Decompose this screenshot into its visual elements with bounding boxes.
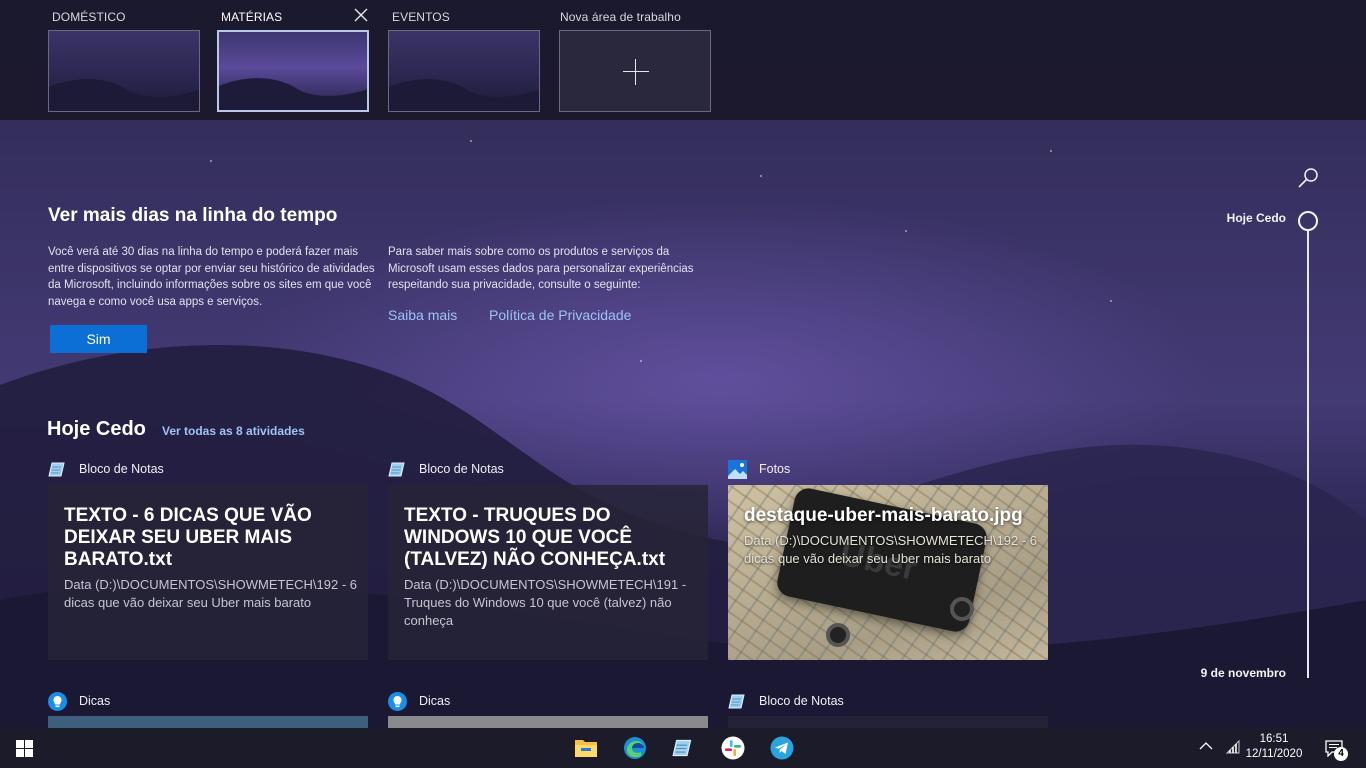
timeline-top-label: Hoje Cedo <box>1226 211 1286 225</box>
activity-app-label: Fotos <box>728 459 1048 479</box>
virtual-desktop-label: MATÉRIAS <box>221 10 283 24</box>
app-name: Dicas <box>79 694 111 708</box>
app-name: Bloco de Notas <box>419 462 504 476</box>
tips-icon <box>388 692 407 711</box>
windows-start-icon[interactable] <box>16 740 33 757</box>
timeline-date-label: 9 de novembro <box>1200 666 1286 680</box>
activity-app-label: Bloco de Notas <box>728 691 1048 711</box>
activity-subtitle: Data (D:)\DOCUMENTOS\SHOWMETECH\192 - 6 … <box>64 577 358 610</box>
notepad-icon <box>48 462 65 477</box>
virtual-desktop-thumbnail[interactable] <box>388 30 540 112</box>
wheel-image <box>950 597 974 621</box>
new-desktop-label: Nova área de trabalho <box>560 10 681 24</box>
promo-title: Ver mais dias na linha do tempo <box>48 205 338 226</box>
virtual-desktop-thumbnail[interactable] <box>48 30 200 112</box>
yes-button[interactable]: Sim <box>50 325 147 353</box>
notepad-icon <box>388 462 405 477</box>
virtual-desktop-domestico[interactable]: DOMÉSTICO <box>48 0 204 118</box>
file-explorer-icon[interactable] <box>575 737 597 757</box>
timeline-scrubber-handle[interactable] <box>1298 211 1318 231</box>
activity-card[interactable] <box>728 716 1048 728</box>
learn-more-link[interactable]: Saiba mais <box>388 307 457 323</box>
tips-icon <box>48 692 67 711</box>
clock-date: 12/11/2020 <box>1245 748 1303 760</box>
notepad-icon <box>728 694 745 709</box>
edge-icon[interactable] <box>623 736 647 760</box>
clock-time: 16:51 <box>1259 733 1289 745</box>
activity-title: TEXTO - 6 DICAS QUE VÃO DEIXAR SEU UBER … <box>64 505 312 570</box>
activity-card[interactable] <box>48 716 368 728</box>
new-desktop[interactable]: Nova área de trabalho <box>559 0 715 118</box>
activity-title: destaque-uber-mais-barato.jpg <box>744 505 1023 526</box>
new-desktop-button[interactable] <box>559 30 711 112</box>
virtual-desktop-label: EVENTOS <box>392 10 450 24</box>
app-name: Bloco de Notas <box>79 462 164 476</box>
privacy-policy-link[interactable]: Política de Privacidade <box>489 307 631 323</box>
chevron-up-icon[interactable] <box>1199 741 1213 751</box>
taskbar: 16:51 12/11/2020 4 <box>0 728 1366 768</box>
promo-privacy-text: Para saber mais sobre como os produtos e… <box>388 246 694 291</box>
activity-subtitle: Data (D:)\DOCUMENTOS\SHOWMETECH\191 - Tr… <box>404 577 687 628</box>
activity-app-label: Dicas <box>48 691 368 711</box>
search-icon[interactable] <box>1297 167 1319 189</box>
virtual-desktop-materias[interactable]: MATÉRIAS <box>217 0 373 118</box>
app-name: Fotos <box>759 462 791 476</box>
activity-card[interactable] <box>388 716 708 728</box>
see-all-activities-link[interactable]: Ver todas as 8 atividades <box>162 424 305 438</box>
telegram-icon[interactable] <box>770 736 794 760</box>
photos-icon <box>728 460 747 479</box>
activity-subtitle: Data (D:)\DOCUMENTOS\SHOWMETECH\192 - 6 … <box>744 533 1038 566</box>
app-name: Bloco de Notas <box>759 694 844 708</box>
promo-description: Você verá até 30 dias na linha do tempo … <box>48 246 375 308</box>
virtual-desktop-thumbnail[interactable] <box>217 30 369 112</box>
wheel-image <box>826 623 850 647</box>
activity-card-photo[interactable]: Uber destaque-uber-mais-barato.jpg Data … <box>728 485 1048 660</box>
close-icon[interactable] <box>353 7 369 23</box>
app-name: Dicas <box>419 694 451 708</box>
notepad-icon[interactable] <box>672 737 694 759</box>
section-title: Hoje Cedo <box>47 418 146 440</box>
taskbar-clock[interactable]: 16:51 12/11/2020 <box>1240 732 1308 762</box>
timeline-track[interactable] <box>1307 230 1309 678</box>
activity-title: TEXTO - TRUQUES DO WINDOWS 10 QUE VOCÊ (… <box>404 505 666 570</box>
plus-icon <box>623 71 649 72</box>
activity-card[interactable]: TEXTO - 6 DICAS QUE VÃO DEIXAR SEU UBER … <box>48 485 368 660</box>
slack-icon[interactable] <box>721 736 745 760</box>
virtual-desktop-eventos[interactable]: EVENTOS <box>388 0 544 118</box>
activity-app-label: Bloco de Notas <box>48 459 368 479</box>
activity-card[interactable]: TEXTO - TRUQUES DO WINDOWS 10 QUE VOCÊ (… <box>388 485 708 660</box>
network-icon[interactable] <box>1225 739 1241 755</box>
activity-app-label: Bloco de Notas <box>388 459 708 479</box>
virtual-desktops-bar: DOMÉSTICO MATÉRIAS EVENTOS Nova área de … <box>0 0 1366 120</box>
notification-count-badge: 4 <box>1334 747 1348 761</box>
activity-app-label: Dicas <box>388 691 708 711</box>
virtual-desktop-label: DOMÉSTICO <box>52 10 126 24</box>
